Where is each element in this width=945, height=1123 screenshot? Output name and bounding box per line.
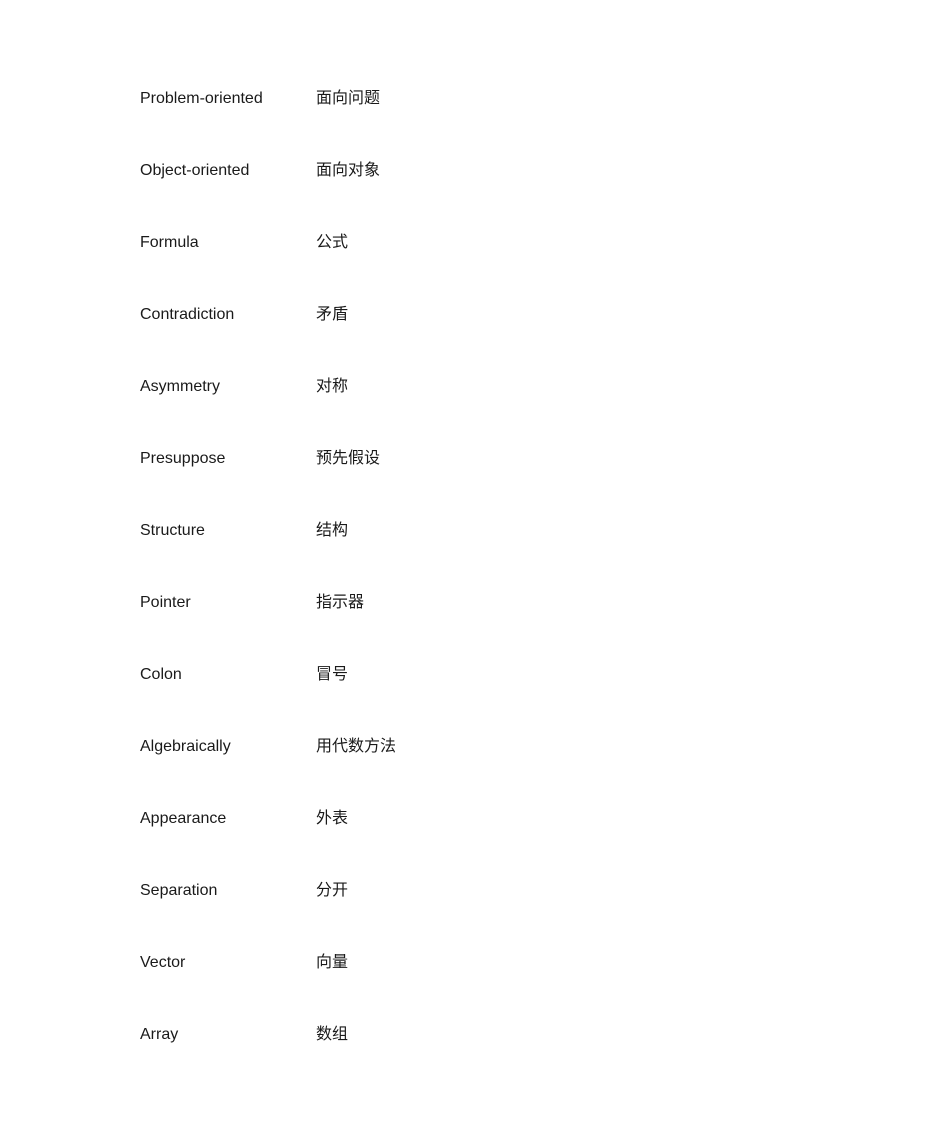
term-english: Array (140, 1024, 316, 1046)
term-english: Asymmetry (140, 376, 316, 398)
term-english: Separation (140, 880, 316, 902)
vocab-row: Vector 向量 (140, 952, 885, 974)
term-chinese: 冒号 (316, 664, 348, 686)
vocab-row: Asymmetry 对称 (140, 376, 885, 398)
term-english: Structure (140, 520, 316, 542)
term-english: Object-oriented (140, 160, 316, 182)
term-english: Formula (140, 232, 316, 254)
vocab-row: Separation 分开 (140, 880, 885, 902)
term-chinese: 向量 (316, 952, 348, 974)
term-english: Colon (140, 664, 316, 686)
term-chinese: 数组 (316, 1024, 348, 1046)
term-chinese: 用代数方法 (316, 736, 396, 758)
term-chinese: 预先假设 (316, 448, 380, 470)
term-chinese: 结构 (316, 520, 348, 542)
term-chinese: 指示器 (316, 592, 364, 614)
term-chinese: 对称 (316, 376, 348, 398)
term-chinese: 面向问题 (316, 88, 380, 110)
vocab-row: Problem-oriented 面向问题 (140, 88, 885, 110)
term-chinese: 矛盾 (316, 304, 348, 326)
vocab-row: Contradiction 矛盾 (140, 304, 885, 326)
term-chinese: 分开 (316, 880, 348, 902)
term-english: Pointer (140, 592, 316, 614)
vocab-row: Structure 结构 (140, 520, 885, 542)
term-english: Appearance (140, 808, 316, 830)
term-chinese: 外表 (316, 808, 348, 830)
vocab-row: Pointer 指示器 (140, 592, 885, 614)
term-chinese: 公式 (316, 232, 348, 254)
vocab-row: Object-oriented 面向对象 (140, 160, 885, 182)
vocabulary-list: Problem-oriented 面向问题 Object-oriented 面向… (0, 0, 945, 1046)
vocab-row: Appearance 外表 (140, 808, 885, 830)
term-chinese: 面向对象 (316, 160, 380, 182)
vocab-row: Colon 冒号 (140, 664, 885, 686)
term-english: Contradiction (140, 304, 316, 326)
term-english: Presuppose (140, 448, 316, 470)
vocab-row: Algebraically 用代数方法 (140, 736, 885, 758)
vocab-row: Presuppose 预先假设 (140, 448, 885, 470)
term-english: Algebraically (140, 736, 316, 758)
term-english: Problem-oriented (140, 88, 316, 110)
vocab-row: Formula 公式 (140, 232, 885, 254)
term-english: Vector (140, 952, 316, 974)
vocab-row: Array 数组 (140, 1024, 885, 1046)
